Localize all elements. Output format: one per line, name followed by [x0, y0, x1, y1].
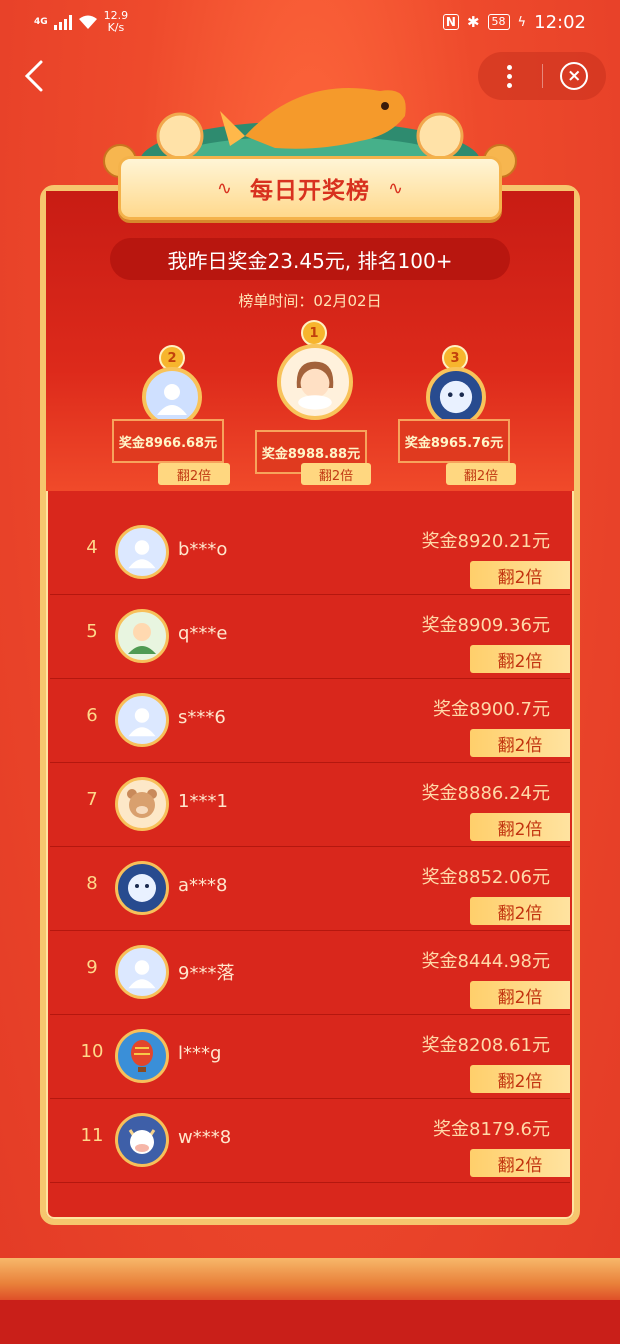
leaderboard-date: 榜单时间：02月02日 — [238, 292, 382, 310]
prize-amount: 奖金8966.68元 — [118, 435, 218, 451]
prize-amount: 奖金8886.24元 — [421, 783, 550, 804]
prize-box: 奖金8965.76元 — [398, 419, 510, 463]
bear-avatar-icon — [127, 789, 157, 818]
chevron-left-icon — [24, 60, 43, 92]
bluetooth-icon: ✱ — [466, 13, 480, 31]
prize-amount: 奖金8179.6元 — [433, 1119, 550, 1140]
prize-amount: 奖金8852.06元 — [421, 867, 550, 888]
user-name: 1***1 — [178, 791, 228, 812]
avatar — [115, 1029, 169, 1083]
avatar — [277, 344, 353, 420]
podium-rank-3: 3 奖金8965.76元 翻2倍 — [398, 345, 518, 485]
rank-number: 5 — [86, 621, 98, 642]
list-item[interactable]: 5 q***e 奖金8909.36元 翻2倍 — [50, 595, 570, 679]
default-avatar-icon — [128, 960, 156, 989]
status-bar: 4G 12.9 K/s N ✱ 58 ϟ 12:02 — [0, 0, 620, 44]
rank-number: 9 — [86, 957, 98, 978]
list-item[interactable]: 9 9***落 奖金8444.98元 翻2倍 — [50, 931, 570, 1015]
avatar — [115, 693, 169, 747]
list-item[interactable]: 8 a***8 奖金8852.06元 翻2倍 — [50, 847, 570, 931]
prize-amount: 奖金8988.88元 — [261, 446, 361, 462]
title-banner: ∿ 每日开奖榜 ∿ — [118, 156, 502, 220]
rank-number: 4 — [86, 537, 98, 558]
list-item[interactable]: 6 s***6 奖金8900.7元 翻2倍 — [50, 679, 570, 763]
ox-avatar-icon — [128, 1129, 156, 1154]
right-swirl-icon: ∿ — [388, 177, 404, 199]
left-swirl-icon: ∿ — [216, 177, 232, 199]
rank-number: 8 — [86, 873, 98, 894]
list-item[interactable]: 11 w***8 奖金8179.6元 翻2倍 — [50, 1099, 570, 1183]
rank-number: 6 — [86, 705, 98, 726]
double-button[interactable]: 翻2倍 — [301, 463, 371, 485]
astronaut-avatar-icon — [439, 380, 473, 414]
prize-amount: 奖金8444.98元 — [421, 951, 550, 972]
default-avatar-icon — [128, 708, 156, 737]
double-button[interactable]: 翻2倍 — [470, 813, 570, 841]
avatar — [426, 367, 486, 427]
avatar — [142, 367, 202, 427]
user-name: l***g — [178, 1043, 222, 1064]
prize-amount: 奖金8900.7元 — [433, 699, 550, 720]
double-button[interactable]: 翻2倍 — [158, 463, 230, 485]
list-item[interactable]: 4 b***o 奖金8920.21元 翻2倍 — [50, 511, 570, 595]
girl-avatar-icon — [296, 361, 334, 410]
rank-number: 7 — [86, 789, 98, 810]
double-button[interactable]: 翻2倍 — [470, 1149, 570, 1177]
double-button[interactable]: 翻2倍 — [470, 1065, 570, 1093]
double-button[interactable]: 翻2倍 — [470, 561, 570, 589]
list-item[interactable]: 10 l***g 奖金8208.61元 翻2倍 — [50, 1015, 570, 1099]
bottom-base — [0, 1300, 620, 1344]
user-name: q***e — [178, 623, 228, 644]
prize-box: 奖金8966.68元 — [112, 419, 224, 463]
prize-amount: 奖金8920.21元 — [421, 531, 550, 552]
balloon-avatar-icon — [131, 1040, 153, 1072]
double-button[interactable]: 翻2倍 — [470, 645, 570, 673]
user-name: w***8 — [178, 1127, 232, 1148]
double-button[interactable]: 翻2倍 — [470, 981, 570, 1009]
default-avatar-icon — [157, 384, 187, 415]
double-button[interactable]: 翻2倍 — [470, 897, 570, 925]
prize-amount: 奖金8909.36元 — [421, 615, 550, 636]
list-item[interactable]: 7 1***1 奖金8886.24元 翻2倍 — [50, 763, 570, 847]
battery-icon: 58 — [487, 14, 510, 30]
double-button[interactable]: 翻2倍 — [446, 463, 516, 485]
ranking-list: 4 b***o 奖金8920.21元 翻2倍 5 q***e 奖金8909.36… — [50, 511, 570, 1183]
avatar — [115, 945, 169, 999]
cartoon-avatar-icon — [128, 623, 156, 654]
avatar — [115, 1113, 169, 1167]
user-name: a***8 — [178, 875, 228, 896]
prize-amount: 奖金8208.61元 — [421, 1035, 550, 1056]
user-name: s***6 — [178, 707, 226, 728]
wifi-icon — [78, 15, 97, 29]
user-name: 9***落 — [178, 963, 235, 984]
astronaut-avatar-icon — [128, 874, 156, 902]
page-title: 每日开奖榜 — [250, 178, 370, 204]
rank-number: 11 — [80, 1125, 104, 1146]
my-prize-summary: 我昨日奖金23.45元, 排名100+ — [110, 238, 510, 280]
status-left: 4G 12.9 K/s — [34, 10, 128, 34]
nfc-icon: N — [442, 14, 459, 30]
prize-amount: 奖金8965.76元 — [404, 435, 504, 451]
avatar — [115, 861, 169, 915]
rank-number: 10 — [80, 1041, 104, 1062]
podium-rank-1: 1 奖金8988.88元 翻2倍 — [255, 320, 373, 490]
speed-unit: K/s — [107, 21, 125, 34]
charging-icon: ϟ — [517, 14, 527, 30]
default-avatar-icon — [128, 540, 156, 569]
back-button[interactable] — [16, 56, 52, 96]
signal-icon — [53, 14, 72, 30]
podium-rank-2: 2 奖金8966.68元 翻2倍 — [112, 345, 232, 485]
clock: 12:02 — [534, 11, 586, 33]
network-type: 4G — [34, 17, 48, 27]
close-icon: × — [560, 62, 589, 90]
double-button[interactable]: 翻2倍 — [470, 729, 570, 757]
avatar — [115, 525, 169, 579]
status-right: N ✱ 58 ϟ 12:02 — [442, 11, 586, 33]
rank-medal: 1 — [301, 320, 327, 346]
network-speed: 12.9 K/s — [104, 10, 129, 34]
avatar — [115, 777, 169, 831]
avatar — [115, 609, 169, 663]
user-name: b***o — [178, 539, 228, 560]
